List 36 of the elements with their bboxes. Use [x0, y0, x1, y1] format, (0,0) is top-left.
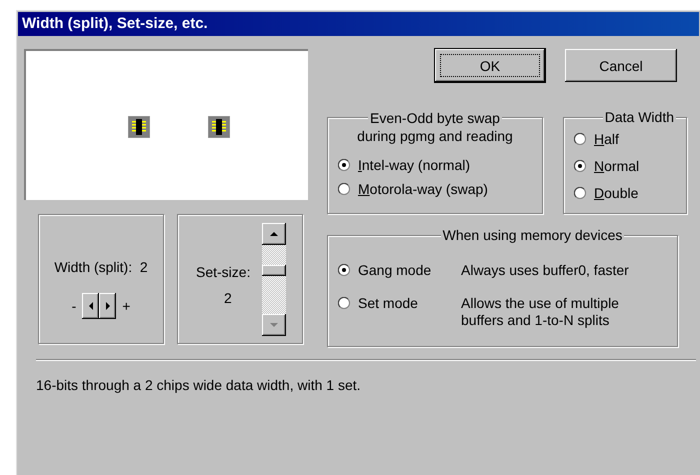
option-label[interactable]: Normal: [594, 158, 640, 174]
ok-button[interactable]: OK: [435, 49, 545, 82]
option-label[interactable]: Half: [594, 130, 619, 146]
option-label[interactable]: Double: [594, 184, 638, 200]
width-label: Width (split): 2: [54, 259, 148, 275]
status-text: 16-bits through a 2 chips wide data width, with 1 set.: [36, 377, 361, 393]
set-size-value: 2: [224, 290, 232, 306]
cancel-button[interactable]: Cancel: [565, 49, 677, 82]
radio-button[interactable]: [338, 264, 350, 276]
option-label[interactable]: Intel-way (normal): [358, 158, 470, 172]
down-arrow-icon: [269, 322, 279, 328]
option-description: Allows the use of multiple buffers and 1-to-N splits: [461, 295, 620, 329]
group-title: during pgmg and reading: [357, 127, 513, 145]
option-label[interactable]: Motorola-way (swap): [358, 182, 488, 196]
radio-button[interactable]: [338, 297, 350, 309]
group-title: Data Width: [602, 109, 676, 125]
option-description: Always uses buffer0, faster: [461, 262, 630, 279]
option-label[interactable]: Gang mode: [358, 262, 461, 279]
chip-icon: [128, 116, 150, 138]
radio-button[interactable]: [338, 183, 350, 195]
scrollbar[interactable]: [262, 223, 286, 336]
radio-button[interactable]: [338, 158, 350, 170]
group-title: When using memory devices: [440, 227, 624, 243]
option-label[interactable]: Set mode: [358, 295, 461, 312]
minus-label: -: [72, 298, 76, 314]
up-arrow-icon: [269, 231, 279, 237]
plus-label: +: [122, 298, 130, 314]
set-size-label: Set-size:: [196, 264, 250, 280]
decrease-button[interactable]: [82, 293, 100, 319]
window-title: Width (split), Set-size, etc.: [18, 12, 699, 36]
radio-button[interactable]: [574, 132, 586, 144]
radio-button[interactable]: [574, 160, 586, 172]
scrollbar-thumb[interactable]: [262, 265, 286, 276]
radio-button[interactable]: [574, 186, 586, 198]
increase-button[interactable]: [99, 293, 116, 319]
chip-icon: [208, 116, 230, 138]
